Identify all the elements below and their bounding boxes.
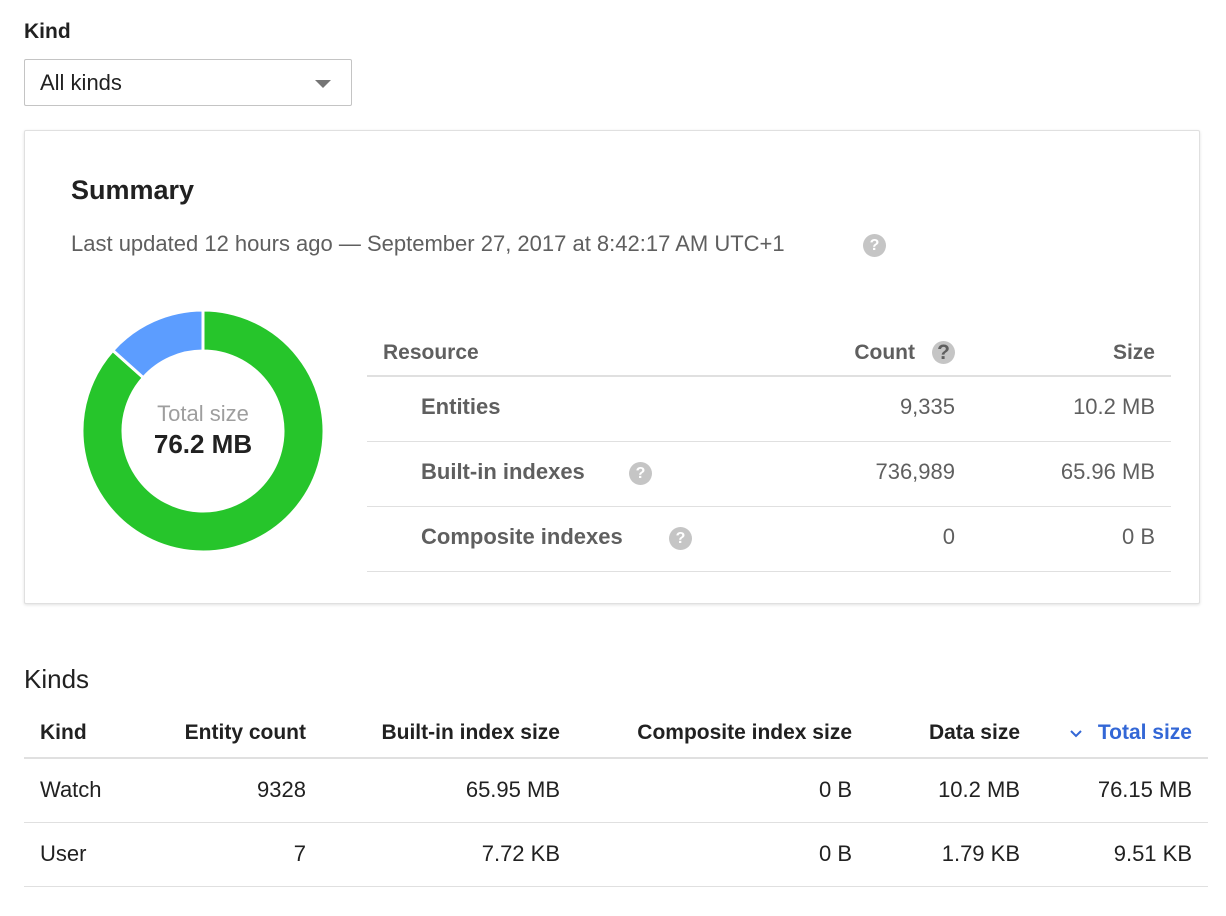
entity-count-cell: 9328 bbox=[257, 777, 306, 802]
entity-count-cell: 7 bbox=[293, 841, 306, 866]
data-size-cell: 1.79 KB bbox=[941, 841, 1020, 866]
help-icon[interactable]: ? bbox=[863, 234, 886, 257]
resource-count: 0 bbox=[942, 524, 955, 549]
resource-size: 0 B bbox=[1121, 524, 1155, 549]
resource-row: Built-in indexes ? 736,989 65.96 MB bbox=[367, 442, 1171, 507]
donut-label: Total size bbox=[157, 401, 249, 426]
kind-select-value: All kinds bbox=[40, 70, 122, 95]
kind-filter-label: Kind bbox=[24, 20, 71, 43]
donut-value: 76.2 MB bbox=[153, 429, 253, 459]
resource-header: Resource bbox=[383, 341, 479, 364]
kinds-title: Kinds bbox=[24, 664, 90, 694]
kind-select[interactable]: All kinds bbox=[24, 59, 352, 106]
kind-column-header[interactable]: Kind bbox=[40, 721, 87, 745]
resource-table: Resource Count ? Size Entities 9,335 10.… bbox=[367, 329, 1171, 572]
kinds-table-header: Kind Entity count Built-in index size Co… bbox=[24, 708, 1208, 759]
summary-card: Summary Last updated 12 hours ago — Sept… bbox=[24, 130, 1200, 604]
resource-name: Built-in indexes bbox=[421, 459, 585, 484]
total-size-cell: 9.51 KB bbox=[1113, 841, 1192, 866]
resource-count: 9,335 bbox=[899, 394, 955, 419]
summary-title: Summary bbox=[71, 175, 195, 205]
resource-size: 10.2 MB bbox=[1073, 394, 1155, 419]
help-icon[interactable]: ? bbox=[669, 527, 692, 550]
resource-row: Composite indexes ? 0 0 B bbox=[367, 507, 1171, 572]
resource-name: Composite indexes bbox=[421, 524, 623, 549]
resource-table-header: Resource Count ? Size bbox=[367, 329, 1171, 377]
resource-row: Entities 9,335 10.2 MB bbox=[367, 377, 1171, 442]
entity-count-column-header[interactable]: Entity count bbox=[185, 721, 306, 745]
chevron-down-icon[interactable] bbox=[1069, 727, 1083, 741]
resource-name: Entities bbox=[421, 394, 501, 419]
donut-center: Total size 76.2 MB bbox=[81, 309, 325, 553]
kind-cell: Watch bbox=[40, 777, 102, 802]
summary-last-updated: Last updated 12 hours ago — September 27… bbox=[71, 231, 785, 256]
chevron-down-icon bbox=[315, 80, 331, 88]
help-icon[interactable]: ? bbox=[932, 341, 955, 364]
builtin-index-size-cell: 7.72 KB bbox=[481, 841, 560, 866]
data-size-column-header[interactable]: Data size bbox=[929, 721, 1020, 745]
resource-size: 65.96 MB bbox=[1060, 459, 1155, 484]
builtin-index-size-column-header[interactable]: Built-in index size bbox=[381, 721, 560, 745]
total-size-cell: 76.15 MB bbox=[1097, 777, 1192, 802]
count-header: Count bbox=[854, 341, 915, 364]
help-icon[interactable]: ? bbox=[629, 462, 652, 485]
size-header: Size bbox=[1112, 341, 1155, 364]
resource-count: 736,989 bbox=[875, 459, 955, 484]
composite-index-size-cell: 0 B bbox=[818, 777, 852, 802]
kind-cell: User bbox=[40, 841, 87, 866]
composite-index-size-cell: 0 B bbox=[818, 841, 852, 866]
table-row: Watch 9328 65.95 MB 0 B 10.2 MB 76.15 MB bbox=[24, 759, 1208, 823]
total-size-column-header[interactable]: Total size bbox=[1098, 721, 1192, 745]
table-row: User 7 7.72 KB 0 B 1.79 KB 9.51 KB bbox=[24, 823, 1208, 887]
data-size-cell: 10.2 MB bbox=[938, 777, 1020, 802]
composite-index-size-column-header[interactable]: Composite index size bbox=[637, 721, 852, 745]
kinds-table: Kind Entity count Built-in index size Co… bbox=[24, 708, 1208, 887]
builtin-index-size-cell: 65.95 MB bbox=[465, 777, 560, 802]
